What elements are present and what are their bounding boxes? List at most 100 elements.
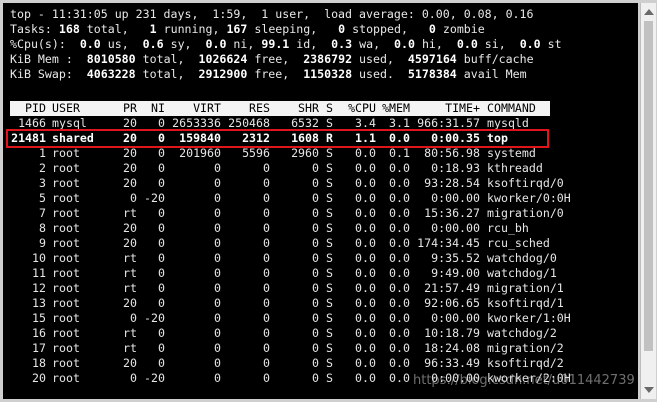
scroll-thumb[interactable]: [644, 21, 653, 351]
cell-user: root: [52, 146, 80, 160]
cell-shr: 2960: [291, 146, 319, 160]
table-row: 7 root rt 0 0 0 0 S 0.0 0.0 15:36.27 migration/0: [10, 206, 564, 221]
cell-command: migration/1: [487, 281, 564, 295]
cell-shr: 0: [312, 341, 319, 355]
cell-pid: 7: [39, 206, 46, 220]
window-frame: top - 11:31:05 up 231 days, 1:59, 1 user…: [0, 0, 657, 402]
cell-command: ksoftirqd/2: [487, 356, 564, 370]
table-row: 13 root 20 0 0 0 0 S 0.0 0.0 92:06.65 ksoftirqd/1: [10, 296, 564, 311]
cell-state: S: [326, 251, 333, 265]
cell-pid: 20: [32, 371, 46, 385]
vertical-scrollbar[interactable]: [640, 3, 656, 399]
table-row: 11 root rt 0 0 0 0 S 0.0 0.0 9:49.00 watchdog/1: [10, 266, 557, 281]
cell-res: 0: [263, 161, 270, 175]
scroll-up-icon[interactable]: [644, 9, 654, 15]
cell-state: S: [326, 266, 333, 280]
cell-cpu: 0.0: [355, 146, 376, 160]
cell-ni: 0: [158, 221, 165, 235]
cell-shr: 0: [312, 356, 319, 370]
cell-mem: 0.0: [389, 161, 410, 175]
terminal-viewport[interactable]: top - 11:31:05 up 231 days, 1:59, 1 user…: [3, 3, 638, 399]
cell-state: S: [326, 296, 333, 310]
cell-shr: 0: [312, 221, 319, 235]
cell-res: 0: [263, 296, 270, 310]
cell-shr: 0: [312, 266, 319, 280]
cell-state: S: [326, 236, 333, 250]
table-row: 2 root 20 0 0 0 0 S 0.0 0.0 0:18.93 kthreadd: [10, 161, 550, 176]
table-row: 17 root rt 0 0 0 0 S 0.0 0.0 18:24.08 migration/2: [10, 341, 564, 356]
cell-command: systemd: [487, 146, 536, 160]
cell-state: S: [326, 356, 333, 370]
cell-user: root: [52, 191, 80, 205]
table-row: 18 root 20 0 0 0 0 S 0.0 0.0 96:33.49 ksoftirqd/2: [10, 356, 564, 371]
cell-mem: 0.0: [389, 311, 410, 325]
cell-virt: 0: [214, 296, 221, 310]
cell-command: watchdog/0: [487, 251, 557, 265]
cell-user: root: [52, 176, 80, 190]
cell-ni: 0: [158, 281, 165, 295]
cell-pid: 15: [32, 311, 46, 325]
cell-cpu: 0.0: [355, 356, 376, 370]
cell-pr: rt: [123, 326, 137, 340]
table-row: 10 root rt 0 0 0 0 S 0.0 0.0 9:35.52 watchdog/0: [10, 251, 557, 266]
cell-pid: 16: [32, 326, 46, 340]
cell-ni: 0: [158, 296, 165, 310]
cell-time: 0:18.93: [431, 161, 480, 175]
cell-cpu: 0.0: [355, 341, 376, 355]
cell-virt: 0: [214, 176, 221, 190]
table-row: 3 root 20 0 0 0 0 S 0.0 0.0 93:28.54 ksoftirqd/0: [10, 176, 564, 191]
cell-mem: 0.0: [389, 221, 410, 235]
cell-res: 5596: [242, 146, 270, 160]
cell-mem: 0.0: [389, 281, 410, 295]
cell-shr: 0: [312, 206, 319, 220]
column-header-user: USER: [52, 101, 80, 115]
cell-user: root: [52, 281, 80, 295]
cell-cpu: 0.0: [355, 251, 376, 265]
cell-command: migration/2: [487, 341, 564, 355]
cell-pr: 20: [123, 356, 137, 370]
cell-ni: 0: [158, 146, 165, 160]
cell-user: root: [52, 266, 80, 280]
cell-state: S: [326, 146, 333, 160]
column-header-ni: NI: [151, 101, 165, 115]
cell-pid: 8: [39, 221, 46, 235]
cell-mem: 0.0: [389, 191, 410, 205]
table-row: 1 root 20 0 201960 5596 2960 S 0.0 0.1 80:56.98 sys…: [10, 146, 550, 161]
cell-command: kworker/1:0H: [487, 311, 571, 325]
cell-shr: 0: [312, 251, 319, 265]
scroll-down-icon[interactable]: [644, 387, 654, 393]
column-header-cpu: %CPU: [348, 101, 376, 115]
cell-time: 96:33.49: [424, 356, 480, 370]
cell-pr: 20: [123, 236, 137, 250]
cell-time: 15:36.27: [424, 206, 480, 220]
cell-virt: 0: [214, 311, 221, 325]
cell-time: 9:35.52: [431, 251, 480, 265]
cell-pid: 18: [32, 356, 46, 370]
summary-tasks-line: Tasks: 168 total, 1 running, 167 sleepin…: [10, 22, 485, 36]
cell-res: 0: [263, 281, 270, 295]
cell-command: migration/0: [487, 206, 564, 220]
cell-pid: 5: [39, 191, 46, 205]
cell-ni: 0: [158, 326, 165, 340]
cell-res: 0: [263, 311, 270, 325]
cell-shr: 0: [312, 176, 319, 190]
cell-cpu: 0.0: [355, 326, 376, 340]
table-row: 15 root 0 -20 0 0 0 S 0.0 0.0 0:00.00 kworker/1:0H: [10, 311, 571, 326]
cell-time: 0:00.00: [431, 311, 480, 325]
cell-ni: 0: [158, 251, 165, 265]
cell-virt: 0: [214, 221, 221, 235]
cell-ni: 0: [158, 356, 165, 370]
table-row: 5 root 0 -20 0 0 0 S 0.0 0.0 0:00.00 kworker/0:0H: [10, 191, 571, 206]
cell-ni: 0: [158, 161, 165, 175]
table-row: 12 root rt 0 0 0 0 S 0.0 0.0 21:57.49 migration/1: [10, 281, 564, 296]
cell-mem: 0.0: [389, 326, 410, 340]
cell-mem: 0.0: [389, 236, 410, 250]
cell-cpu: 0.0: [355, 221, 376, 235]
cell-cpu: 0.0: [355, 296, 376, 310]
cell-res: 0: [263, 326, 270, 340]
cell-ni: 0: [158, 206, 165, 220]
column-header-state: S: [326, 101, 333, 115]
cell-pid: 10: [32, 251, 46, 265]
summary-uptime-line: top - 11:31:05 up 231 days, 1:59, 1 user…: [10, 7, 534, 21]
cell-cpu: 0.0: [355, 266, 376, 280]
